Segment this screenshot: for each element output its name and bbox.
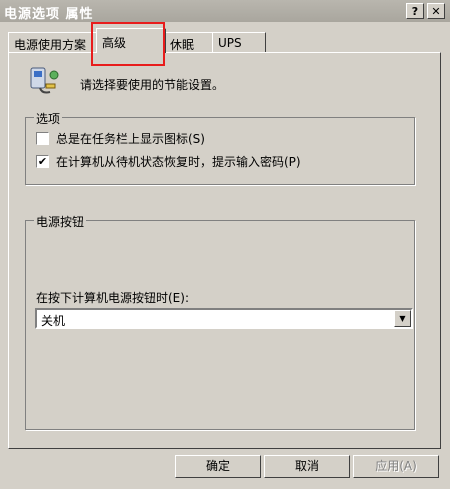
power-button-action-value: 关机 xyxy=(41,314,66,328)
show-tray-icon-checkbox[interactable] xyxy=(36,132,49,145)
ok-button[interactable]: 确定 xyxy=(175,455,261,478)
power-buttons-group-label: 电源按钮 xyxy=(34,213,87,230)
power-button-select-label: 在按下计算机电源按钮时(E): xyxy=(36,291,189,305)
prompt-password-label: 在计算机从待机状态恢复时，提示输入密码(P) xyxy=(56,155,301,169)
help-button[interactable]: ? xyxy=(406,3,424,19)
tab-power-schemes[interactable]: 电源使用方案 xyxy=(8,32,98,52)
options-group: 选项 xyxy=(25,110,415,185)
apply-button[interactable]: 应用(A) xyxy=(353,455,439,478)
cancel-button[interactable]: 取消 xyxy=(264,455,350,478)
power-button-action-select[interactable]: 关机 ▼ xyxy=(35,308,413,329)
tab-hibernate[interactable]: 休眠 xyxy=(164,32,214,52)
prompt-password-checkbox[interactable]: ✔ xyxy=(36,155,49,168)
intro-text: 请选择要使用的节能设置。 xyxy=(80,78,225,92)
tab-strip: 电源使用方案 高级 休眠 UPS xyxy=(8,28,448,53)
option-prompt-password[interactable]: ✔ 在计算机从待机状态恢复时，提示输入密码(P) xyxy=(36,153,301,170)
option-show-tray-icon[interactable]: 总是在任务栏上显示图标(S) xyxy=(36,130,205,147)
chevron-down-icon[interactable]: ▼ xyxy=(394,310,411,327)
tab-ups[interactable]: UPS xyxy=(212,32,266,52)
close-button[interactable]: ✕ xyxy=(427,3,445,19)
show-tray-icon-label: 总是在任务栏上显示图标(S) xyxy=(56,132,205,146)
title-bar: 电源选项 属性 ? ✕ xyxy=(0,0,450,22)
options-group-label: 选项 xyxy=(34,110,63,127)
highlight-box xyxy=(91,22,165,66)
power-settings-icon xyxy=(30,67,59,94)
window-title: 电源选项 属性 xyxy=(4,7,94,22)
